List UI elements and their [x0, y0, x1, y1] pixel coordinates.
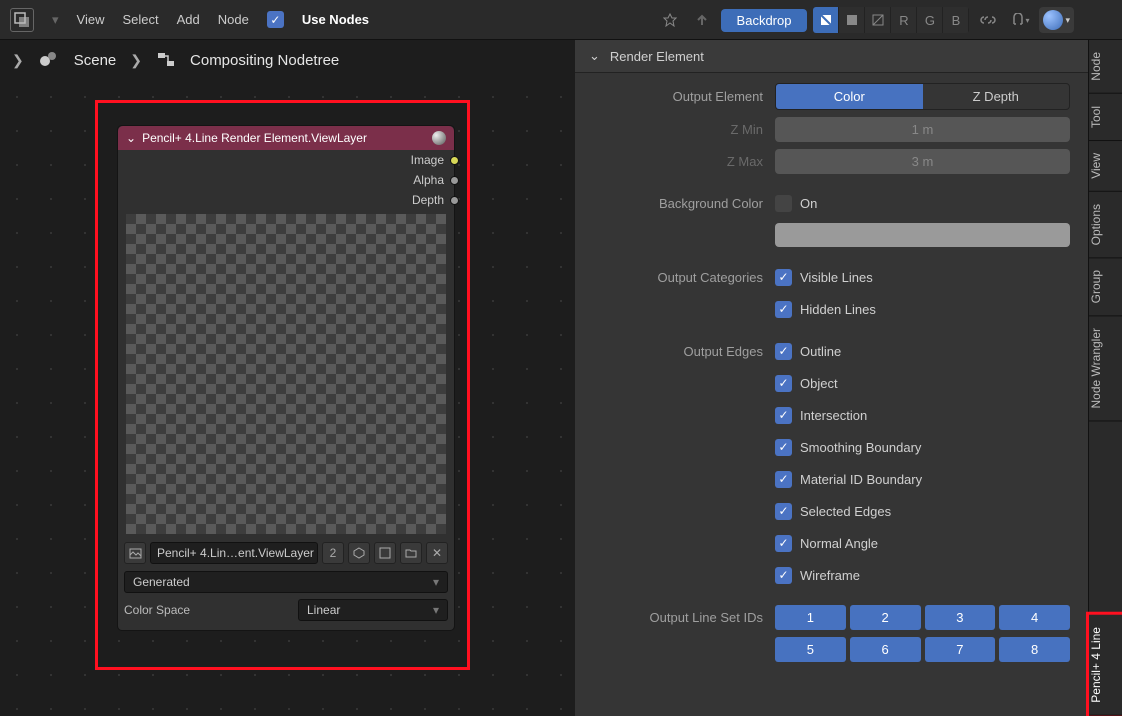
colorspace-label: Color Space	[124, 603, 190, 617]
menu-node[interactable]: Node	[218, 12, 249, 27]
chk-visible-lines[interactable]: ✓	[775, 269, 792, 286]
chk-wireframe[interactable]: ✓	[775, 567, 792, 584]
tab-node-wrangler[interactable]: Node Wrangler	[1089, 316, 1122, 421]
line-set-ids-row2: 5 6 7 8	[775, 637, 1070, 662]
tab-pencil-4-line[interactable]: Pencil+ 4 Line	[1089, 615, 1122, 716]
breadcrumb-nodetree[interactable]: Compositing Nodetree	[190, 52, 339, 69]
chk-hidden-lines[interactable]: ✓	[775, 301, 792, 318]
collapse-chevron-icon[interactable]: ⌄	[589, 48, 600, 64]
breadcrumb-scene[interactable]: Scene	[74, 52, 117, 69]
open-image-icon[interactable]	[400, 542, 422, 564]
bg-color-swatch[interactable]	[775, 223, 1070, 247]
source-dropdown[interactable]: Generated▾	[124, 571, 448, 593]
chevron-right-icon: ❯	[12, 52, 24, 69]
chk-selected-edges[interactable]: ✓	[775, 503, 792, 520]
zmin-field[interactable]: 1 m	[775, 117, 1070, 142]
menu-view[interactable]: View	[77, 12, 105, 27]
chevron-right-icon: ❯	[130, 52, 142, 69]
render-element-node[interactable]: ⌄ Pencil+ 4.Line Render Element.ViewLaye…	[117, 125, 455, 631]
pin-icon[interactable]	[657, 7, 683, 33]
output-element-toggle[interactable]: Color Z Depth	[775, 83, 1070, 110]
image-datablock-row: Pencil+ 4.Lin…ent.ViewLayer 2 ✕	[118, 538, 454, 568]
use-nodes-label: Use Nodes	[302, 12, 369, 27]
node-header[interactable]: ⌄ Pencil+ 4.Line Render Element.ViewLaye…	[118, 126, 454, 150]
channel-alpha-icon[interactable]	[865, 7, 891, 33]
editor-type-icon[interactable]	[10, 8, 34, 32]
chk-normal-angle[interactable]: ✓	[775, 535, 792, 552]
toggle-color[interactable]: Color	[776, 84, 923, 109]
menu-select[interactable]: Select	[122, 12, 158, 27]
channel-combined-icon[interactable]	[813, 7, 839, 33]
channel-b[interactable]: B	[943, 7, 969, 33]
label-zmin: Z Min	[585, 122, 775, 137]
zmax-field[interactable]: 3 m	[775, 149, 1070, 174]
overlay-globe[interactable]: ▾	[1039, 7, 1074, 33]
label-line-set-ids: Output Line Set IDs	[585, 610, 775, 625]
image-browse-icon[interactable]	[124, 542, 146, 564]
new-image-icon[interactable]	[374, 542, 396, 564]
chk-smoothing[interactable]: ✓	[775, 439, 792, 456]
output-socket-alpha[interactable]: Alpha	[118, 170, 454, 190]
preview-sphere-icon	[432, 131, 446, 145]
use-nodes-checkbox[interactable]: ✓	[267, 11, 284, 28]
node-highlight-box: ⌄ Pencil+ 4.Line Render Element.ViewLaye…	[95, 100, 470, 670]
label-output-element: Output Element	[585, 89, 775, 104]
chk-outline[interactable]: ✓	[775, 343, 792, 360]
image-preview	[126, 214, 446, 534]
link-icon[interactable]	[975, 7, 1001, 33]
tab-view[interactable]: View	[1089, 141, 1122, 192]
id-6[interactable]: 6	[850, 637, 921, 662]
parent-icon[interactable]	[689, 7, 715, 33]
bg-on-label: On	[800, 196, 817, 211]
id-3[interactable]: 3	[925, 605, 996, 630]
chk-object[interactable]: ✓	[775, 375, 792, 392]
header-right: Backdrop R G B ▾ ▾	[657, 0, 1074, 40]
unlink-icon[interactable]: ✕	[426, 542, 448, 564]
image-name-field[interactable]: Pencil+ 4.Lin…ent.ViewLayer	[150, 542, 318, 564]
globe-icon	[1043, 10, 1063, 30]
tab-options[interactable]: Options	[1089, 192, 1122, 258]
nodetree-icon	[156, 50, 176, 70]
bg-on-checkbox[interactable]: ✓	[775, 195, 792, 212]
properties-panel: ⌄ Render Element ⠿ Output Element Color …	[575, 40, 1122, 716]
id-7[interactable]: 7	[925, 637, 996, 662]
tab-group[interactable]: Group	[1089, 258, 1122, 316]
menu-add[interactable]: Add	[177, 12, 200, 27]
channel-color-icon[interactable]	[839, 7, 865, 33]
breadcrumb: ❯ Scene ❯ Compositing Nodetree	[0, 40, 575, 80]
id-5[interactable]: 5	[775, 637, 846, 662]
tab-node[interactable]: Node	[1089, 40, 1122, 94]
panel-title: Render Element	[610, 49, 704, 64]
panel-header[interactable]: ⌄ Render Element ⠿	[575, 40, 1122, 73]
tab-tool[interactable]: Tool	[1089, 94, 1122, 141]
node-editor-area[interactable]: ❯ Scene ❯ Compositing Nodetree ⌄ Pencil+…	[0, 40, 575, 716]
user-count[interactable]: 2	[322, 542, 344, 564]
toggle-zdepth[interactable]: Z Depth	[923, 84, 1070, 109]
collapse-chevron-icon[interactable]: ⌄	[126, 131, 136, 145]
label-bg-color: Background Color	[585, 196, 775, 211]
channel-r[interactable]: R	[891, 7, 917, 33]
snap-icon[interactable]: ▾	[1007, 7, 1033, 33]
channel-g[interactable]: G	[917, 7, 943, 33]
chk-intersection[interactable]: ✓	[775, 407, 792, 424]
id-2[interactable]: 2	[850, 605, 921, 630]
output-socket-depth[interactable]: Depth	[118, 190, 454, 210]
label-output-categories: Output Categories	[585, 270, 775, 285]
label-output-edges: Output Edges	[585, 344, 775, 359]
scene-icon	[38, 49, 60, 71]
side-tab-strip: Node Tool View Options Group Node Wrangl…	[1088, 40, 1122, 716]
id-1[interactable]: 1	[775, 605, 846, 630]
output-socket-image[interactable]: Image	[118, 150, 454, 170]
node-title-label: Pencil+ 4.Line Render Element.ViewLayer	[142, 131, 367, 145]
colorspace-dropdown[interactable]: Linear▾	[298, 599, 448, 621]
id-4[interactable]: 4	[999, 605, 1070, 630]
id-8[interactable]: 8	[999, 637, 1070, 662]
chk-material-id[interactable]: ✓	[775, 471, 792, 488]
label-zmax: Z Max	[585, 154, 775, 169]
line-set-ids-row1: 1 2 3 4	[775, 605, 1070, 630]
fake-user-icon[interactable]	[348, 542, 370, 564]
channel-segmented: R G B	[813, 7, 969, 33]
backdrop-button[interactable]: Backdrop	[721, 9, 808, 32]
top-header: ▾ View Select Add Node ✓ Use Nodes Backd…	[0, 0, 1122, 40]
